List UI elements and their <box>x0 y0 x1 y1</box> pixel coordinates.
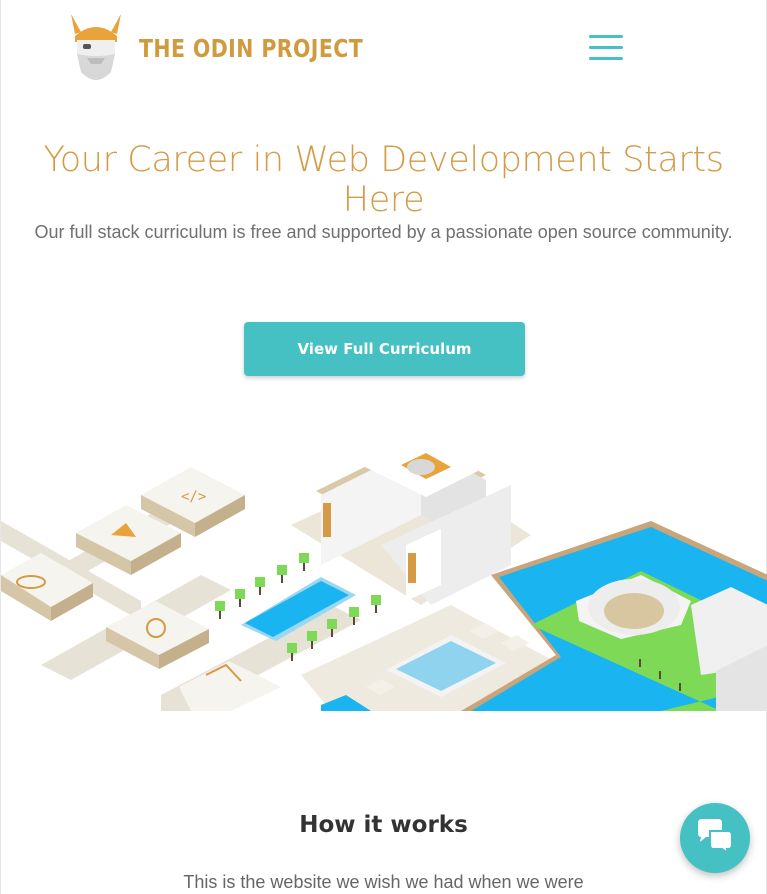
menu-bar <box>589 35 623 38</box>
logo-text: THE ODIN PROJECT <box>139 33 364 63</box>
menu-bar <box>589 57 623 60</box>
chat-bubbles-icon <box>696 819 734 857</box>
how-it-works-heading: How it works <box>299 812 468 838</box>
viking-head-icon <box>67 12 125 84</box>
hamburger-menu-icon[interactable] <box>589 35 625 65</box>
logo-link[interactable]: THE ODIN PROJECT <box>67 12 412 84</box>
how-it-works-text: This is the website we wish we had when … <box>183 872 584 892</box>
menu-bar <box>589 46 623 49</box>
site-header: THE ODIN PROJECT <box>1 0 766 100</box>
hero-title: Your Career in Web Development Starts He… <box>43 140 724 220</box>
isometric-city-illustration: </> <box>1 435 767 711</box>
hero-subtitle: Our full stack curriculum is free and su… <box>34 222 733 242</box>
chat-button[interactable] <box>680 803 750 873</box>
svg-text:</>: </> <box>181 489 206 505</box>
view-curriculum-button[interactable]: View Full Curriculum <box>244 322 525 376</box>
